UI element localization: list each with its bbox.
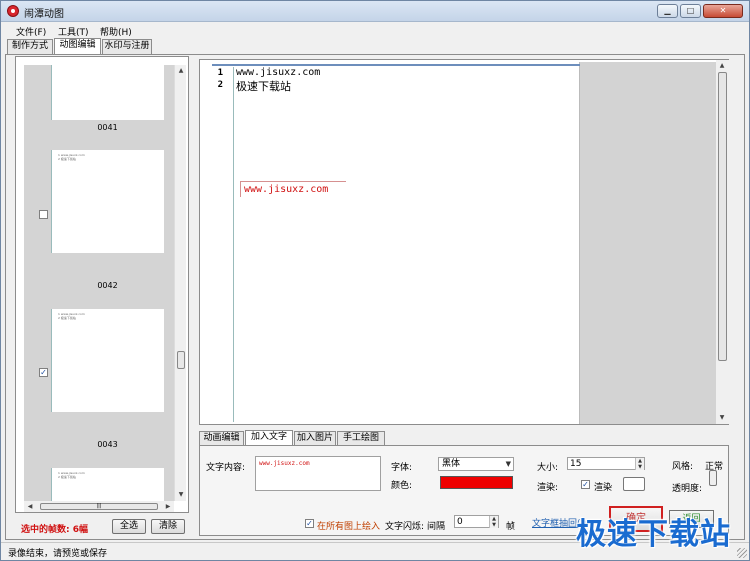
site-watermark: 极速下载站 xyxy=(576,517,731,552)
render-checkbox[interactable]: ✓ xyxy=(581,480,590,489)
tab-add-text[interactable]: 加入文字 xyxy=(245,430,293,445)
status-text: 录像结束，请预览或保存 xyxy=(8,549,108,559)
menu-file[interactable]: 文件(F) xyxy=(16,25,46,38)
selected-frames-count: 选中的帧数: 6幅 xyxy=(21,525,88,535)
stepper-arrows-icon[interactable]: ▲ ▼ xyxy=(635,458,644,470)
menu-help[interactable]: 帮助(H) xyxy=(100,25,132,38)
frame-thumbnail[interactable] xyxy=(51,65,164,120)
interval-value: 0 xyxy=(457,517,463,527)
menu-bar: 文件(F) 工具(T) 帮助(H) xyxy=(1,22,749,39)
select-all-button[interactable]: 全选 xyxy=(112,519,146,534)
app-window: 闹潭动图 ▁ □ ✕ 文件(F) 工具(T) 帮助(H) 制作方式 动图编辑 水… xyxy=(0,0,750,561)
editor-line[interactable]: 极速下载站 xyxy=(236,78,291,94)
menu-tools[interactable]: 工具(T) xyxy=(58,25,89,38)
frame-thumbnail[interactable]: 1 www.jisuxz.com 2 极速下载站 xyxy=(51,309,164,412)
font-select[interactable]: 黑体 ▼ xyxy=(438,457,514,471)
title-bar: 闹潭动图 ▁ □ ✕ xyxy=(1,1,749,22)
size-stepper[interactable]: 15 ▲ ▼ xyxy=(567,457,645,470)
maximize-button[interactable]: □ xyxy=(680,4,701,18)
text-overlay-box[interactable]: www.jisuxz.com xyxy=(240,181,346,197)
text-content-label: 文字内容: xyxy=(206,463,246,473)
style-label: 风格: xyxy=(672,462,694,472)
all-frames-checkbox[interactable]: ✓ xyxy=(305,519,314,528)
text-flash-label: 文字闪烁: xyxy=(385,522,425,532)
line-number: 1 xyxy=(217,68,223,78)
scroll-thumb[interactable]: ||| xyxy=(40,503,158,510)
minimize-button[interactable]: ▁ xyxy=(657,4,678,18)
window-title: 闹潭动图 xyxy=(24,9,64,20)
editor-vertical-scrollbar[interactable]: ▲ ▼ xyxy=(716,60,729,424)
resize-grip-icon[interactable] xyxy=(737,548,747,558)
clear-button[interactable]: 清除 xyxy=(151,519,185,534)
size-value: 15 xyxy=(570,459,582,469)
text-content-input[interactable]: www.jisuxz.com xyxy=(255,456,381,491)
thumb-text-line: 2 极速下载站 xyxy=(58,157,76,161)
opacity-label: 透明度: xyxy=(672,484,703,494)
frame-thumbnail[interactable]: 1 www.jisuxz.com 2 极速下载站 xyxy=(51,468,164,501)
render-checkbox-label: 渲染 xyxy=(594,483,613,493)
frame-checkbox-checked[interactable]: ✓ xyxy=(39,368,48,377)
render-label: 渲染: xyxy=(537,483,559,493)
scroll-up-icon[interactable]: ▲ xyxy=(716,60,728,72)
scroll-down-icon[interactable]: ▼ xyxy=(716,412,728,424)
scroll-right-icon[interactable]: ▶ xyxy=(162,501,174,512)
scroll-up-icon[interactable]: ▲ xyxy=(175,65,187,77)
frames-vertical-scrollbar[interactable]: ▲ ▼ xyxy=(174,65,186,501)
opacity-slider[interactable] xyxy=(709,470,717,486)
editor-line[interactable]: www.jisuxz.com xyxy=(236,67,320,78)
scroll-thumb[interactable] xyxy=(718,72,727,361)
interval-stepper[interactable]: 0 ▲ ▼ xyxy=(454,515,499,528)
line-number: 2 xyxy=(217,80,223,90)
render-color-swatch[interactable] xyxy=(623,477,645,491)
tab-creation-mode[interactable]: 制作方式 xyxy=(7,39,53,54)
frame-label: 0043 xyxy=(97,440,118,449)
frame-unit-label: 帧 xyxy=(506,522,516,532)
frames-horizontal-scrollbar[interactable]: ◀ ||| ▶ xyxy=(24,501,174,512)
thumb-text-line: 2 极速下载站 xyxy=(58,475,76,479)
chevron-down-icon: ▼ xyxy=(505,460,511,468)
stepper-arrows-icon[interactable]: ▲ ▼ xyxy=(489,516,498,528)
editor-gray-area xyxy=(580,62,716,424)
scroll-down-icon[interactable]: ▼ xyxy=(175,489,187,501)
frames-list: 0041 1 www.jisuxz.com 2 极速下载站 0042 ✓ 1 w… xyxy=(24,65,174,501)
font-select-value: 黑体 xyxy=(442,459,461,469)
text-color-swatch[interactable] xyxy=(440,476,513,489)
tab-animation-edit[interactable]: 动画编辑 xyxy=(199,431,244,445)
scroll-left-icon[interactable]: ◀ xyxy=(24,501,36,512)
tab-gif-edit[interactable]: 动图编辑 xyxy=(54,38,101,54)
close-button[interactable]: ✕ xyxy=(703,4,743,18)
tab-add-image[interactable]: 加入图片 xyxy=(294,431,336,445)
editor-canvas[interactable]: 1 2 www.jisuxz.com 极速下载站 www.jisuxz.com xyxy=(202,62,580,424)
frame-checkbox[interactable] xyxy=(39,210,48,219)
interval-label: 间隔 xyxy=(427,522,446,532)
editor-top-accent xyxy=(212,64,580,66)
all-frames-label: 在所有图上绘入 xyxy=(317,522,381,532)
thumb-text-line: 2 极速下载站 xyxy=(58,316,76,320)
font-label: 字体: xyxy=(391,463,413,473)
frames-panel: 0041 1 www.jisuxz.com 2 极速下载站 0042 ✓ 1 w… xyxy=(15,56,189,513)
frame-label: 0041 xyxy=(97,123,118,132)
tab-watermark-register[interactable]: 水印与注册 xyxy=(102,39,152,54)
app-logo-icon xyxy=(7,5,19,17)
scroll-thumb[interactable] xyxy=(177,351,185,369)
tab-manual-draw[interactable]: 手工绘图 xyxy=(337,431,385,445)
color-label: 颜色: xyxy=(391,481,413,491)
size-label: 大小: xyxy=(537,463,559,473)
frame-label: 0042 xyxy=(97,281,118,290)
line-number-gutter: 1 2 xyxy=(212,67,234,422)
frame-thumbnail[interactable]: 1 www.jisuxz.com 2 极速下载站 xyxy=(51,150,164,253)
text-editor-frame: 1 2 www.jisuxz.com 极速下载站 www.jisuxz.com … xyxy=(199,59,729,425)
